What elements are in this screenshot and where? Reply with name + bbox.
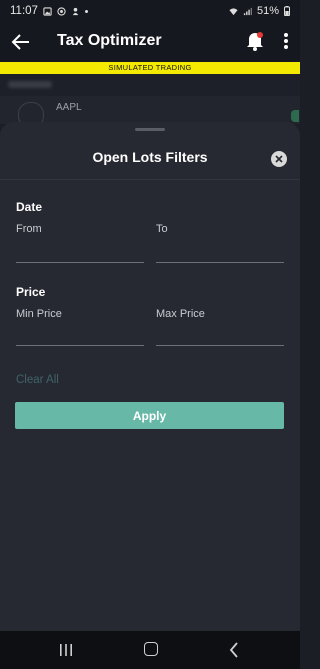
battery-icon <box>284 6 290 16</box>
status-right: 51% <box>229 5 290 17</box>
apply-button[interactable]: Apply <box>15 402 284 429</box>
status-left: 11:07 <box>10 5 88 17</box>
page-title: Tax Optimizer <box>57 32 162 49</box>
stock-symbol: AAPL <box>56 102 82 113</box>
recents-icon[interactable] <box>58 643 74 657</box>
sheet-divider <box>0 179 300 180</box>
nav-back-icon[interactable] <box>228 642 240 658</box>
photo-notification-icon <box>43 6 52 16</box>
list-item[interactable]: AAPL <box>0 96 300 128</box>
account-number-redacted <box>8 81 52 88</box>
sheet-title: Open Lots Filters <box>92 149 208 165</box>
max-price-label: Max Price <box>156 308 205 320</box>
more-vertical-icon[interactable] <box>280 30 292 52</box>
to-label: To <box>156 223 168 235</box>
dot-notification-icon <box>84 9 88 13</box>
battery-percent: 51% <box>256 5 279 17</box>
close-icon <box>275 155 283 163</box>
drag-handle[interactable] <box>135 128 165 131</box>
to-date-input[interactable] <box>156 242 284 263</box>
target-notification-icon <box>57 6 66 16</box>
bell-icon[interactable] <box>245 30 265 52</box>
status-bar: 11:07 51% <box>0 0 300 22</box>
min-price-input[interactable] <box>16 325 144 346</box>
back-arrow-icon[interactable] <box>10 31 32 53</box>
from-date-input[interactable] <box>16 242 144 263</box>
signal-icon <box>243 7 252 15</box>
stock-indicator <box>291 110 299 122</box>
max-price-input[interactable] <box>156 325 284 346</box>
clear-all-button[interactable]: Clear All <box>16 374 59 386</box>
from-label: From <box>16 223 42 235</box>
close-button[interactable] <box>271 151 287 167</box>
filters-sheet: Open Lots Filters Date From To Price Min… <box>0 122 300 631</box>
simulated-trading-banner: SIMULATED TRADING <box>0 62 300 74</box>
person-notification-icon <box>72 7 79 15</box>
wifi-icon <box>229 7 238 15</box>
app-bar: Tax Optimizer <box>0 22 300 62</box>
system-nav-bar <box>0 631 300 669</box>
account-row <box>0 74 300 96</box>
date-section-label: Date <box>16 200 43 214</box>
min-price-label: Min Price <box>16 308 62 320</box>
home-icon[interactable] <box>144 642 158 656</box>
notification-dot <box>257 32 263 38</box>
price-section-label: Price <box>16 285 46 299</box>
status-time: 11:07 <box>10 5 38 17</box>
